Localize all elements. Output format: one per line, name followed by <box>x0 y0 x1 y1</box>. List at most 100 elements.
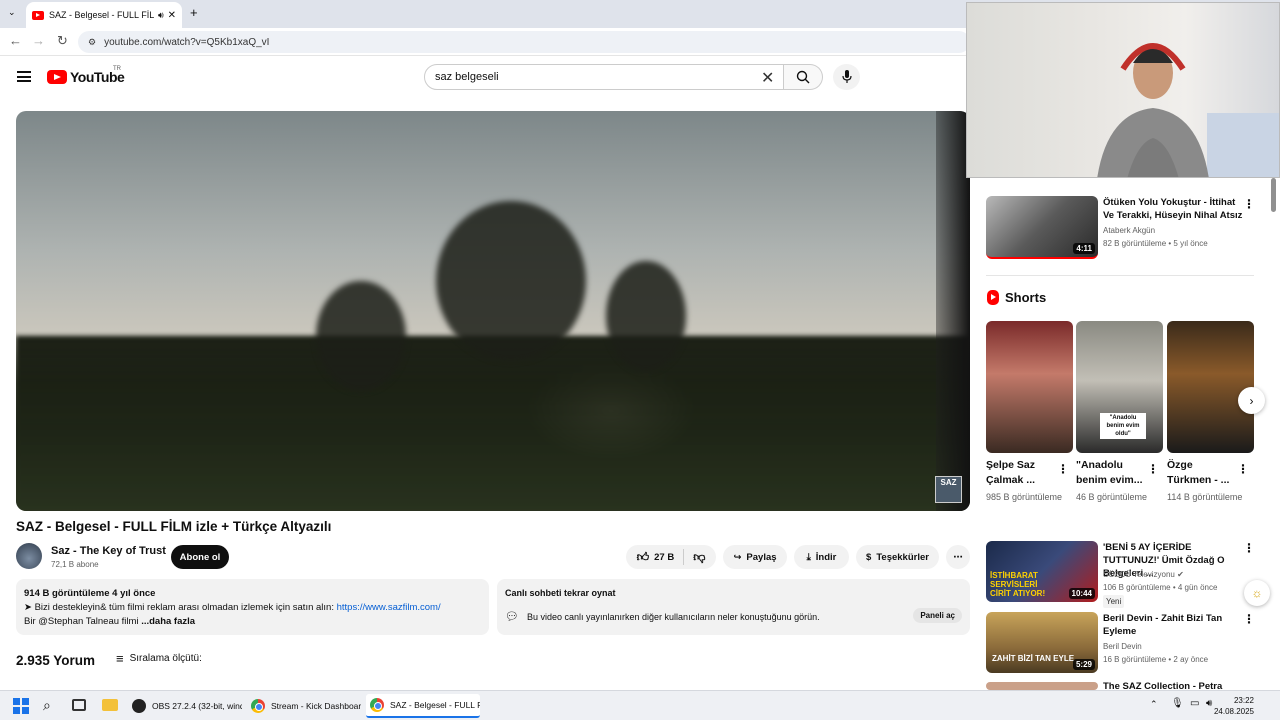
volume-icon[interactable]: 🔊︎ <box>1206 698 1212 709</box>
taskbar-app-chrome[interactable]: Stream - Kick Dashboard <box>247 694 361 718</box>
search-icon[interactable]: ⌕ <box>43 697 51 714</box>
tab-title: SAZ - Belgesel - FULL FİLM <box>49 10 154 20</box>
channel-watermark[interactable]: SAZ <box>935 476 962 503</box>
more-actions-button[interactable]: ⋯ <box>946 545 970 569</box>
more-vertical-icon[interactable]: ⋮ <box>1057 462 1069 476</box>
related-video-channel[interactable]: Beril Devin <box>1103 640 1142 653</box>
more-vertical-icon[interactable]: ⋮ <box>1237 462 1249 476</box>
short-overlay-text: "Anadolu benim evim oldu" <box>1100 413 1146 439</box>
share-label: Paylaş <box>746 551 777 563</box>
description-line: Bir @Stephan Talneau filmi ...daha fazla <box>24 615 481 629</box>
address-bar[interactable]: ⚙ youtube.com/watch?v=Q5Kb1xaQ_vI <box>78 31 970 53</box>
start-windows-icon[interactable] <box>13 698 29 714</box>
file-explorer-icon[interactable] <box>102 699 118 711</box>
url-text: youtube.com/watch?v=Q5Kb1xaQ_vI <box>104 36 270 48</box>
short-thumbnail[interactable] <box>1167 321 1254 453</box>
sort-button[interactable]: ≡ Sıralama ölçütü: <box>116 651 202 666</box>
subscriber-count: 72,1 B abone <box>51 560 99 569</box>
short-views: 46 B görüntüleme <box>1076 492 1148 502</box>
menu-icon[interactable] <box>17 71 31 82</box>
more-vertical-icon[interactable]: ⋮ <box>1243 541 1255 555</box>
scrollbar[interactable] <box>1271 178 1276 212</box>
section-divider <box>986 275 1254 276</box>
youtube-header: YouTube TR saz belgeseli ✕ <box>0 56 970 100</box>
thumbs-up-icon: 👍︎ <box>636 549 650 564</box>
download-button[interactable]: ⤓ İndir <box>794 545 849 569</box>
channel-avatar[interactable] <box>16 543 42 569</box>
related-video-channel[interactable]: Ataberk Akgün <box>1103 224 1155 237</box>
search-icon <box>796 70 810 84</box>
speaker-icon[interactable]: 🔊︎ <box>158 10 164 21</box>
short-thumbnail[interactable] <box>986 321 1073 453</box>
related-video-thumbnail[interactable]: ZAHİT BİZİ TAN EYLE 5:29 <box>986 612 1098 673</box>
related-video-title[interactable]: Beril Devin - Zahit Bizi Tan Eyleme <box>1103 612 1243 638</box>
clear-search-icon[interactable]: ✕ <box>761 68 774 88</box>
like-button[interactable]: 👍︎ 27 B <box>637 550 675 565</box>
youtube-logo[interactable]: YouTube TR <box>47 66 125 85</box>
view-stats: 914 B görüntüleme 4 yıl önce <box>24 588 156 599</box>
subscribe-button[interactable]: Abone ol <box>171 545 229 569</box>
sort-label: Sıralama ölçütü: <box>129 653 202 664</box>
thumbs-down-icon: 👎︎ <box>693 549 706 564</box>
chat-icon: 💬︎ <box>505 611 519 623</box>
short-title[interactable]: Şelpe Saz Çalmak ... <box>986 458 1056 488</box>
search-input[interactable]: saz belgeseli <box>424 64 784 90</box>
chevron-right-icon: › <box>1249 393 1254 408</box>
related-video-thumbnail[interactable] <box>986 682 1098 690</box>
site-info-icon[interactable]: ⚙ <box>88 37 96 48</box>
short-views: 114 B görüntüleme <box>1167 492 1243 502</box>
taskbar-app-obs[interactable]: OBS 27.2.4 (32-bit, wind <box>128 694 242 718</box>
download-label: İndir <box>815 551 837 563</box>
extension-badge[interactable]: ☼ <box>1244 580 1270 606</box>
like-dislike-group: 👍︎ 27 B 👎︎ <box>626 545 716 569</box>
more-vertical-icon[interactable]: ⋮ <box>1147 462 1159 476</box>
taskbar-app-chrome-active[interactable]: SAZ - Belgesel - FULL Fi <box>366 694 480 718</box>
video-frame-tree <box>436 201 586 361</box>
chrome-icon <box>370 698 384 712</box>
video-frame-tree <box>316 281 406 391</box>
back-icon[interactable]: ← <box>9 33 22 48</box>
related-video-channel[interactable]: SÖZCÜ Televizyonu ✔ <box>1103 568 1184 581</box>
open-panel-button[interactable]: Paneli aç <box>913 608 962 623</box>
description-box[interactable]: 914 B görüntüleme 4 yıl önce ➤ Bizi dest… <box>16 579 489 635</box>
task-view-icon[interactable] <box>72 699 86 711</box>
related-video-title[interactable]: The SAZ Collection - Petra <box>1103 680 1243 690</box>
forward-icon[interactable]: → <box>32 33 45 48</box>
country-code: TR <box>113 66 121 72</box>
network-icon[interactable]: ▭ <box>1190 698 1199 709</box>
short-thumbnail[interactable]: "Anadolu benim evim oldu" <box>1076 321 1163 453</box>
related-video-thumbnail[interactable]: İSTİHBARAT SERVİSLERİ CİRİT ATIYOR! 10:4… <box>986 541 1098 602</box>
system-clock[interactable]: 23:22 24.08.2025 <box>1214 695 1254 717</box>
browser-tab-active[interactable]: SAZ - Belgesel - FULL FİLM 🔊︎ ✕ <box>26 2 182 28</box>
description-link[interactable]: https://www.sazfilm.com/ <box>337 602 441 613</box>
show-more-button[interactable]: ...daha fazla <box>141 616 195 627</box>
thanks-button[interactable]: $ Teşekkürler <box>856 545 939 569</box>
shorts-next-button[interactable]: › <box>1238 387 1265 414</box>
thanks-label: Teşekkürler <box>876 551 929 563</box>
search-value: saz belgeseli <box>435 71 499 83</box>
short-title[interactable]: "Anadolu benim evim... <box>1076 458 1146 488</box>
voice-search-button[interactable] <box>833 64 860 90</box>
obs-icon <box>132 699 146 713</box>
os-taskbar: ⌕ OBS 27.2.4 (32-bit, wind Stream - Kick… <box>0 690 1280 720</box>
reload-icon[interactable]: ↻ <box>57 33 68 49</box>
related-video-thumbnail[interactable]: 4:11 <box>986 196 1098 259</box>
taskbar-app-label: Stream - Kick Dashboard <box>271 701 361 711</box>
clock-date: 24.08.2025 <box>1213 707 1254 716</box>
channel-name[interactable]: Saz - The Key of Trust <box>51 545 166 557</box>
video-player[interactable]: SAZ <box>16 111 970 511</box>
related-video-title[interactable]: Ötüken Yolu Yokuştur - İttihat Ve Terakk… <box>1103 196 1243 222</box>
new-tab-icon[interactable]: + <box>190 5 198 20</box>
sort-icon: ≡ <box>116 651 124 666</box>
microphone-icon[interactable]: 🎙︎ <box>1171 698 1184 709</box>
more-vertical-icon[interactable]: ⋮ <box>1243 612 1255 626</box>
tab-search-icon[interactable]: ⌄ <box>8 7 16 18</box>
dislike-button[interactable]: 👎︎ <box>693 550 705 565</box>
short-title[interactable]: Özge Türkmen - ... <box>1167 458 1237 488</box>
chevron-up-icon[interactable]: ⌃ <box>1150 699 1158 710</box>
tab-close-icon[interactable]: ✕ <box>168 10 176 21</box>
webcam-overlay <box>966 2 1280 178</box>
search-button[interactable] <box>784 64 823 90</box>
share-button[interactable]: ↪ Paylaş <box>723 545 787 569</box>
more-vertical-icon[interactable]: ⋮ <box>1243 197 1255 211</box>
